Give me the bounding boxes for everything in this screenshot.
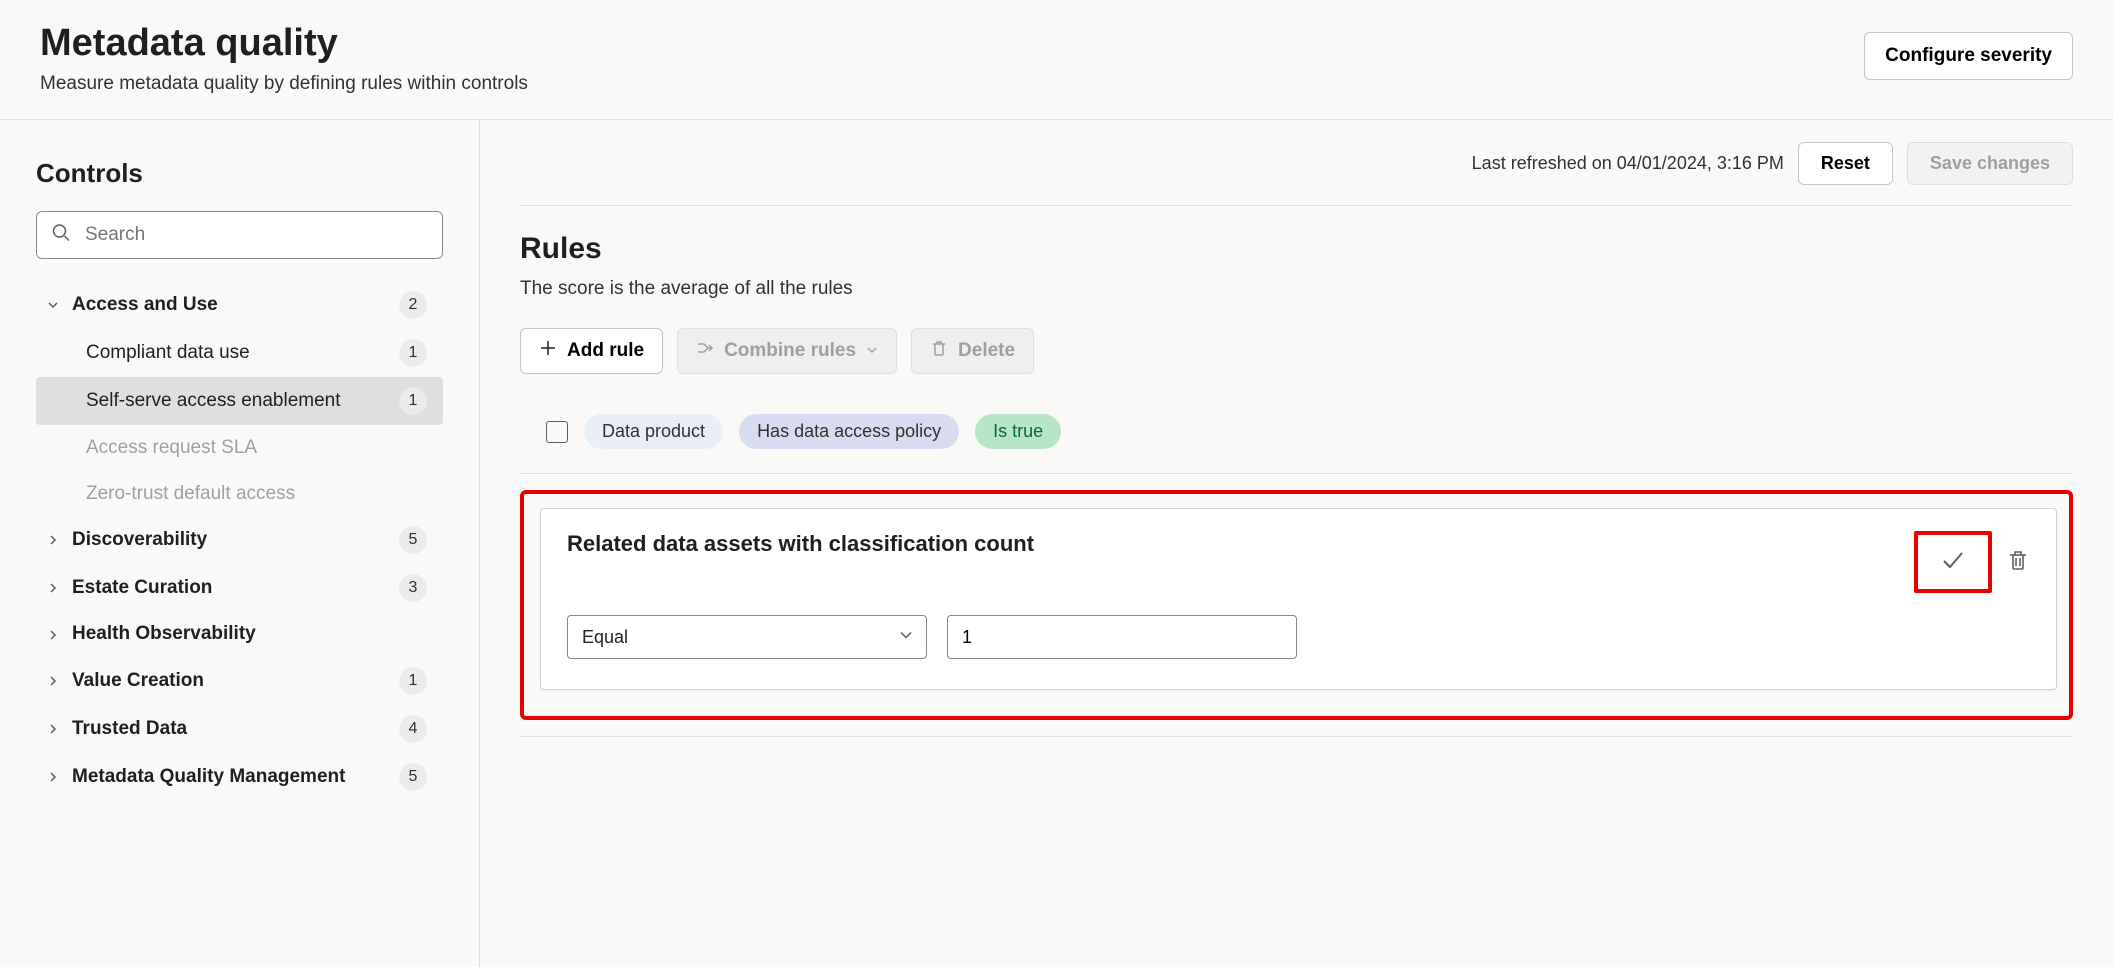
page-header: Metadata quality Measure metadata qualit… [0,0,2113,120]
control-group-label: Estate Curation [72,576,212,601]
rules-subtitle: The score is the average of all the rule… [520,278,2073,300]
highlight-frame: Related data assets with classification … [520,490,2073,720]
control-group-label: Trusted Data [72,717,187,742]
control-group-label: Health Observability [72,622,256,647]
count-badge: 1 [399,387,427,415]
count-badge: 5 [399,526,427,554]
control-item-access-request-sla[interactable]: Access request SLA [36,425,443,471]
operator-select[interactable]: Equal [567,615,927,659]
plus-icon [539,339,557,363]
combine-rules-label: Combine rules [724,340,856,362]
trash-icon [2006,548,2030,577]
divider [520,736,2073,737]
control-group-estate-curation[interactable]: Estate Curation 3 [36,564,443,612]
control-group-label: Discoverability [72,528,207,553]
rule-edit-title: Related data assets with classification … [567,531,1034,557]
value-input[interactable] [947,615,1297,659]
controls-title: Controls [36,158,443,189]
chevron-down-icon [44,298,62,312]
search-input[interactable] [36,211,443,259]
rules-title: Rules [520,232,2073,266]
control-item-self-serve-access[interactable]: Self-serve access enablement 1 [36,377,443,425]
count-badge: 4 [399,715,427,743]
control-group-label: Metadata Quality Management [72,765,345,790]
control-group-label: Value Creation [72,669,204,694]
control-item-label: Self-serve access enablement [86,388,341,414]
rule-pill-entity[interactable]: Data product [584,414,723,449]
configure-severity-button[interactable]: Configure severity [1864,32,2073,80]
delete-rule-button[interactable] [2006,548,2030,577]
chevron-right-icon [44,581,62,595]
control-group-trusted-data[interactable]: Trusted Data 4 [36,705,443,753]
delete-label: Delete [958,340,1015,362]
delete-button[interactable]: Delete [911,328,1034,374]
control-item-label: Compliant data use [86,340,250,366]
control-item-zero-trust[interactable]: Zero-trust default access [36,471,443,517]
add-rule-label: Add rule [567,340,644,362]
control-item-label: Zero-trust default access [86,481,295,507]
page-subtitle: Measure metadata quality by defining rul… [40,73,528,95]
last-refreshed-label: Last refreshed on 04/01/2024, 3:16 PM [1472,153,1784,174]
operator-value: Equal [582,627,628,648]
check-icon [1939,546,1967,579]
chevron-right-icon [44,674,62,688]
trash-icon [930,339,948,363]
rule-row: Data product Has data access policy Is t… [520,402,2073,473]
control-group-health-observability[interactable]: Health Observability [36,612,443,657]
rule-checkbox[interactable] [546,421,568,443]
count-badge: 2 [399,291,427,319]
control-group-discoverability[interactable]: Discoverability 5 [36,516,443,564]
control-group-access-and-use[interactable]: Access and Use 2 [36,281,443,329]
main-content: Last refreshed on 04/01/2024, 3:16 PM Re… [480,120,2113,967]
rule-pill-value[interactable]: Is true [975,414,1061,449]
chevron-right-icon [44,722,62,736]
save-changes-button[interactable]: Save changes [1907,142,2073,185]
page-title: Metadata quality [40,22,528,65]
chevron-down-icon [898,627,914,648]
combine-icon [696,339,714,363]
count-badge: 5 [399,763,427,791]
combine-rules-button[interactable]: Combine rules [677,328,897,374]
chevron-down-icon [866,340,878,362]
count-badge: 3 [399,574,427,602]
confirm-rule-button[interactable] [1914,531,1992,593]
reset-button[interactable]: Reset [1798,142,1893,185]
rule-edit-card: Related data assets with classification … [540,508,2057,690]
sidebar: Controls Access and Use [0,120,480,967]
control-group-value-creation[interactable]: Value Creation 1 [36,657,443,705]
control-item-label: Access request SLA [86,435,257,461]
control-group-metadata-quality-management[interactable]: Metadata Quality Management 5 [36,753,443,801]
rule-pill-condition[interactable]: Has data access policy [739,414,959,449]
count-badge: 1 [399,667,427,695]
chevron-right-icon [44,770,62,784]
control-group-label: Access and Use [72,293,218,318]
divider [520,473,2073,474]
chevron-right-icon [44,533,62,547]
add-rule-button[interactable]: Add rule [520,328,663,374]
search-icon [51,223,71,248]
chevron-right-icon [44,628,62,642]
count-badge: 1 [399,339,427,367]
control-item-compliant-data-use[interactable]: Compliant data use 1 [36,329,443,377]
